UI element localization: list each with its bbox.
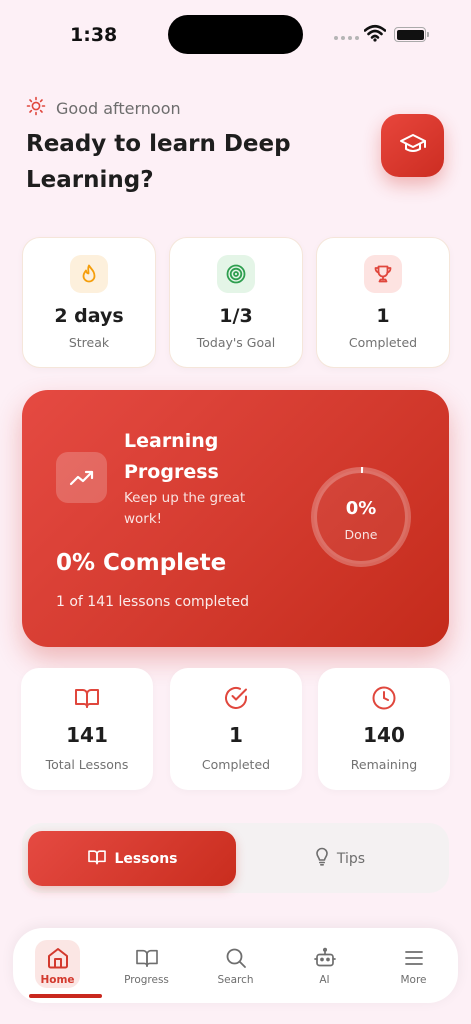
dynamic-island: [168, 15, 303, 54]
stat-card-goal[interactable]: 1/3 Today's Goal: [169, 237, 303, 368]
progress-complete-text: 0% Complete: [56, 550, 227, 576]
stat-label: Today's Goal: [196, 335, 276, 350]
flame-icon: [70, 255, 108, 293]
learning-progress-card[interactable]: Learning Progress Keep up the great work…: [22, 390, 449, 647]
lightbulb-icon: [315, 847, 329, 870]
completed-lessons-card[interactable]: 1 Completed: [170, 668, 302, 790]
tab-tips-label: Tips: [336, 850, 366, 867]
active-tab-indicator: [29, 994, 102, 998]
target-icon: [217, 255, 255, 293]
nav-progress[interactable]: Progress: [102, 928, 191, 1003]
nav-label: Search: [217, 974, 254, 986]
book-icon: [134, 946, 160, 970]
greeting-row: Good afternoon: [26, 96, 181, 120]
remaining-lessons-card[interactable]: 140 Remaining: [318, 668, 450, 790]
trophy-icon: [364, 255, 402, 293]
lstat-value: 141: [66, 723, 108, 747]
status-time: 1:38: [70, 24, 118, 46]
tab-tips[interactable]: Tips: [236, 831, 444, 886]
book-open-icon: [87, 849, 107, 869]
lesson-stats-row: 141 Total Lessons 1 Completed 140 Remain…: [21, 668, 451, 790]
wifi-icon: [363, 24, 387, 46]
trending-up-icon: [56, 452, 107, 503]
nav-label: Progress: [124, 974, 169, 986]
bottom-nav: Home Progress Search AI More: [13, 928, 458, 1003]
robot-icon: [312, 946, 338, 970]
progress-title: Learning Progress: [124, 430, 219, 483]
check-circle-icon: [222, 684, 250, 712]
tab-lessons-label: Lessons: [114, 850, 178, 867]
clock-icon: [370, 684, 398, 712]
home-icon: [45, 946, 71, 970]
stat-card-streak[interactable]: 2 days Streak: [22, 237, 156, 368]
stat-value: 2 days: [54, 305, 124, 327]
ring-label: Done: [344, 527, 378, 542]
menu-icon: [401, 946, 427, 970]
stat-card-completed[interactable]: 1 Completed: [316, 237, 450, 368]
nav-more[interactable]: More: [369, 928, 458, 1003]
stat-label: Completed: [348, 335, 418, 350]
page-title: Ready to learn Deep Learning?: [26, 131, 291, 193]
lstat-label: Completed: [201, 757, 271, 772]
graduation-cap-icon: [399, 132, 427, 160]
stat-value: 1: [376, 305, 390, 327]
lstat-label: Total Lessons: [45, 757, 129, 772]
battery-icon: [394, 27, 426, 42]
stat-label: Streak: [68, 335, 110, 350]
signal-icon: [334, 36, 359, 40]
stats-row: 2 days Streak 1/3 Today's Goal 1 Complet…: [22, 237, 450, 368]
nav-label: More: [400, 974, 427, 986]
nav-search[interactable]: Search: [191, 928, 280, 1003]
sun-icon: [26, 96, 46, 120]
lstat-value: 140: [363, 723, 405, 747]
lstat-value: 1: [229, 723, 243, 747]
nav-label: Home: [40, 974, 75, 986]
total-lessons-card[interactable]: 141 Total Lessons: [21, 668, 153, 790]
graduation-cap-button[interactable]: [381, 114, 444, 177]
lstat-label: Remaining: [350, 757, 418, 772]
battery-tip: [427, 32, 429, 37]
search-icon: [223, 946, 249, 970]
nav-label: AI: [319, 974, 330, 986]
nav-home[interactable]: Home: [13, 928, 102, 1003]
progress-lessons-count: 1 of 141 lessons completed: [56, 594, 250, 610]
progress-subtitle: Keep up the great work!: [124, 490, 246, 527]
ring-percent: 0%: [345, 498, 377, 519]
lessons-tips-toggle: Lessons Tips: [22, 823, 449, 893]
book-open-icon: [73, 684, 101, 712]
stat-value: 1/3: [219, 305, 253, 327]
greeting-text: Good afternoon: [56, 98, 181, 118]
status-bar: 1:38: [0, 0, 471, 70]
nav-ai[interactable]: AI: [280, 928, 369, 1003]
tab-lessons[interactable]: Lessons: [28, 831, 236, 886]
